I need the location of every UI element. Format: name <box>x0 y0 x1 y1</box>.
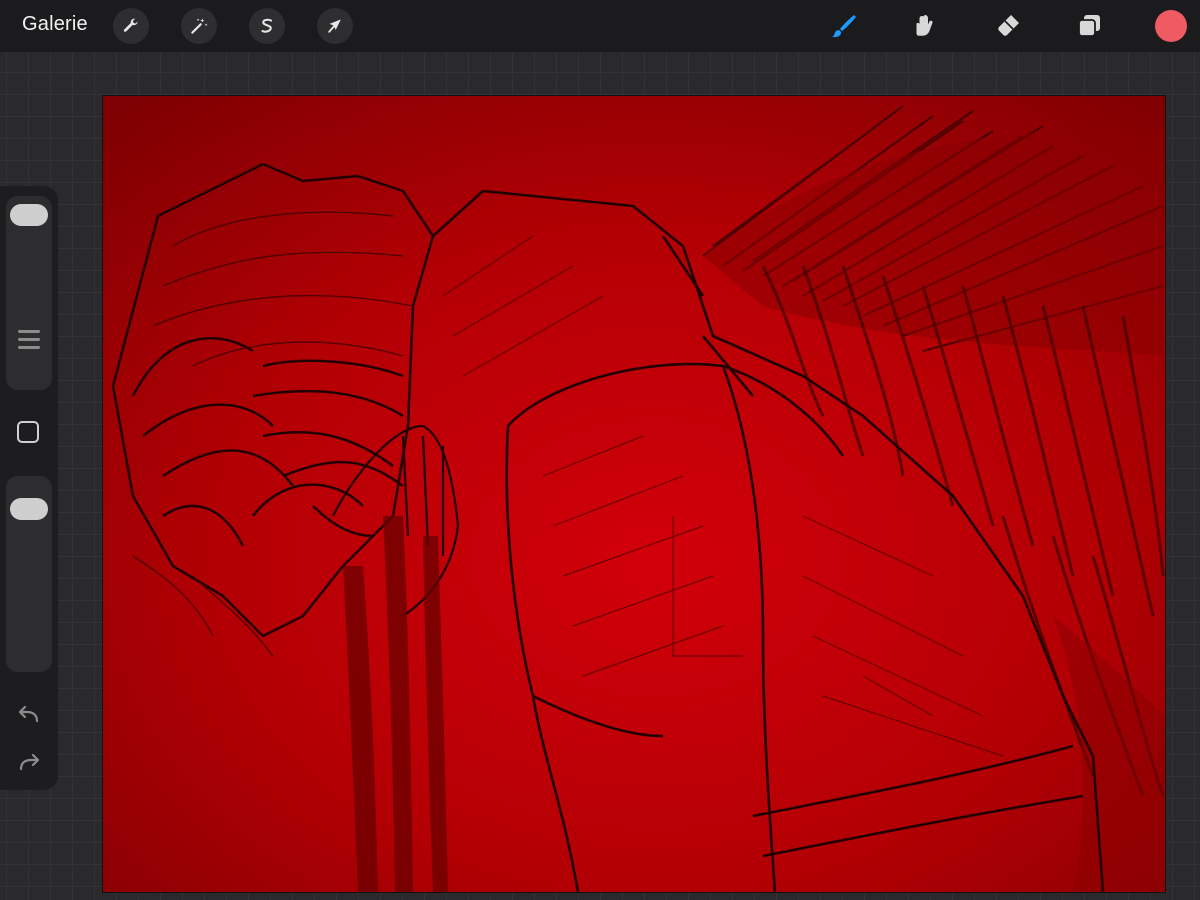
undo-icon[interactable] <box>15 700 43 728</box>
opacity-slider-thumb[interactable] <box>10 498 48 520</box>
eraser-icon <box>998 15 1019 36</box>
gallery-button[interactable]: Galerie <box>22 13 88 36</box>
smudge-icon <box>916 15 933 36</box>
paint-button[interactable] <box>826 8 862 44</box>
brush-size-slider[interactable] <box>6 196 52 390</box>
transform-button[interactable] <box>317 8 353 44</box>
drawing-canvas[interactable] <box>103 96 1165 892</box>
smudge-button[interactable] <box>907 8 943 44</box>
opacity-slider[interactable] <box>6 476 52 672</box>
actions-button[interactable] <box>113 8 149 44</box>
artwork <box>103 96 1165 892</box>
arrow-cursor-icon <box>328 19 341 33</box>
wrench-icon <box>123 18 138 32</box>
modify-button[interactable] <box>17 421 39 443</box>
selection-s-icon <box>261 18 273 33</box>
eraser-button[interactable] <box>990 8 1026 44</box>
top-toolbar: Galerie <box>0 0 1200 52</box>
layers-icon <box>1078 15 1100 37</box>
adjustments-button[interactable] <box>181 8 217 44</box>
left-sidebar <box>0 186 58 790</box>
blood-drips <box>343 516 448 892</box>
redo-icon[interactable] <box>15 748 43 776</box>
color-picker-button[interactable] <box>1155 10 1187 42</box>
selection-button[interactable] <box>249 8 285 44</box>
slider-grip-icon <box>18 330 40 349</box>
brush-icon <box>832 15 856 38</box>
magic-wand-icon <box>191 18 208 34</box>
layers-button[interactable] <box>1071 8 1107 44</box>
brush-size-slider-thumb[interactable] <box>10 204 48 226</box>
